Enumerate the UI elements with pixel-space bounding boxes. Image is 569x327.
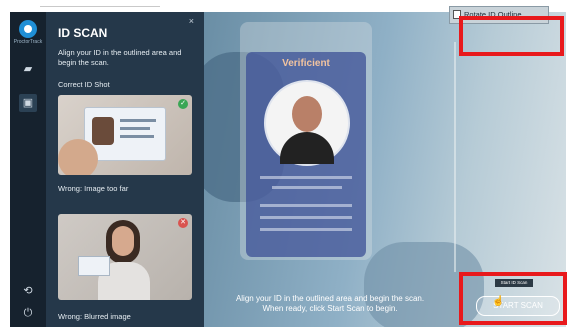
power-icon[interactable]: ⏻ [19, 304, 37, 322]
brand-label: ProctorTrack [13, 39, 43, 45]
left-rail: ProctorTrack ▰ ▣ ⟲ ⏻ [10, 12, 46, 327]
close-icon[interactable]: × [189, 16, 194, 26]
panel-title: ID SCAN [58, 26, 108, 40]
card-text-line [260, 216, 352, 219]
chat-icon[interactable]: ▰ [19, 60, 37, 78]
card-text-line [272, 186, 342, 189]
highlight-start [459, 272, 567, 325]
background-door [454, 42, 566, 272]
scan-message: Align your ID in the outlined area and b… [204, 294, 456, 314]
correct-shot-image: ✓ [58, 95, 192, 175]
id-photo [264, 80, 350, 166]
card-header: Verificient [282, 58, 330, 69]
highlight-rotate [459, 16, 564, 56]
card-text-line [260, 204, 352, 207]
check-icon: ✓ [178, 99, 188, 109]
wrong-blurred-label: Wrong: Blurred image [58, 312, 131, 321]
strip-line [40, 6, 160, 7]
id-card: Verificient [246, 52, 366, 257]
scan-message-line2: When ready, click Start Scan to begin. [262, 304, 398, 313]
id-scan-panel: ID SCAN × Align your ID in the outlined … [46, 12, 204, 327]
card-text-line [260, 228, 352, 231]
logo-icon [19, 20, 37, 38]
error-icon: ✕ [178, 218, 188, 228]
settings-icon[interactable]: ⟲ [19, 282, 37, 300]
wrong-far-image: ✕ [58, 214, 192, 300]
correct-label: Correct ID Shot [58, 80, 110, 89]
scan-message-line1: Align your ID in the outlined area and b… [235, 294, 425, 303]
id-card-icon[interactable]: ▣ [19, 94, 37, 112]
card-text-line [260, 176, 352, 179]
wrong-far-label: Wrong: Image too far [58, 184, 129, 193]
panel-instruction: Align your ID in the outlined area and b… [58, 48, 182, 67]
